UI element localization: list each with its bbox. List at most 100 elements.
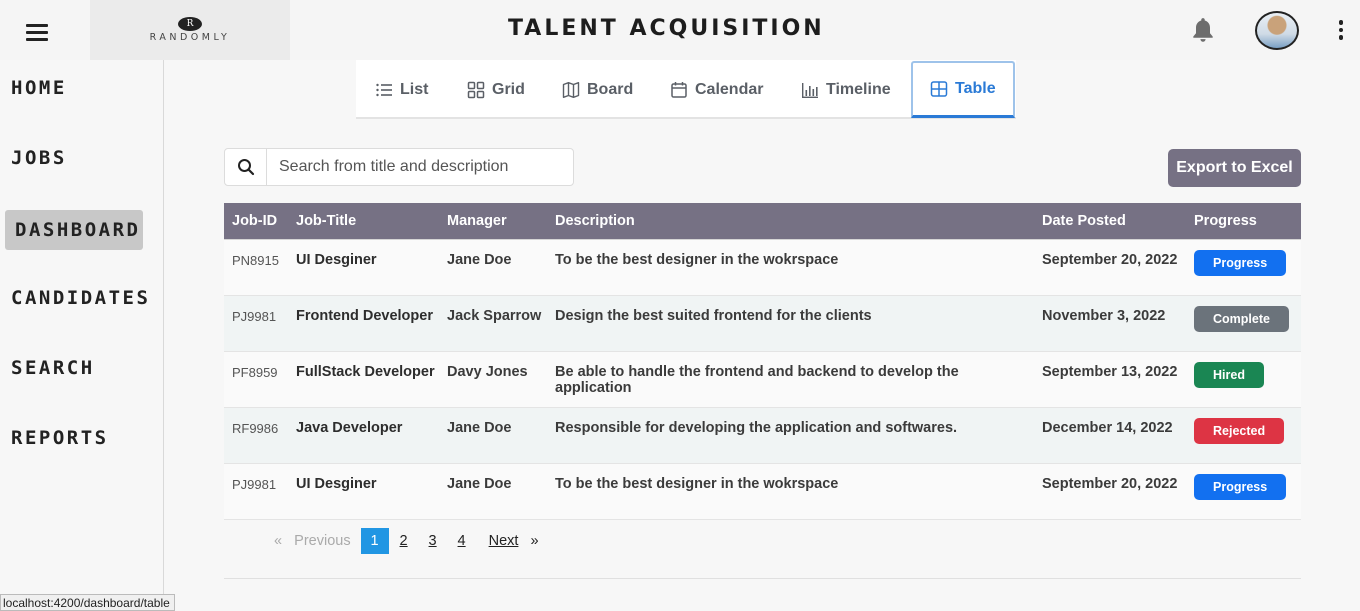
cell-date-posted: September 20, 2022 [1034,239,1186,296]
status-badge[interactable]: Complete [1194,305,1289,332]
cell-manager: Jack Sparrow [439,295,547,352]
jobs-table: Job-ID Job-Title Manager Description Dat… [224,203,1301,520]
cell-description: Be able to handle the frontend and backe… [547,351,1034,408]
logo[interactable]: R RANDOMLY [90,0,290,60]
page-3-button[interactable]: 3 [419,528,447,554]
bar-chart-icon [802,82,818,98]
cell-progress: Hired [1186,351,1301,408]
column-header-manager[interactable]: Manager [439,203,547,240]
tab-table[interactable]: Table [911,61,1015,118]
status-badge[interactable]: Hired [1194,361,1264,388]
tab-calendar-label: Calendar [695,80,764,98]
tab-board[interactable]: Board [562,60,633,119]
notification-bell-icon[interactable] [1190,16,1216,44]
cell-date-posted: September 20, 2022 [1034,463,1186,520]
logo-text: RANDOMLY [149,32,231,43]
previous-page-button[interactable]: « Previous [274,533,351,549]
next-arrow: » [530,533,539,549]
cell-job-title: Frontend Developer [288,295,439,352]
search-icon [237,159,254,176]
tab-grid[interactable]: Grid [467,60,525,119]
view-tabs: List Grid Board Calendar Timeline Table [356,60,1016,119]
user-avatar[interactable] [1255,11,1299,50]
cell-job-title: Java Developer [288,407,439,464]
cell-job-id: PF8959 [224,351,288,408]
search-button[interactable] [225,149,267,185]
cell-manager: Jane Doe [439,407,547,464]
column-header-job-title[interactable]: Job-Title [288,203,439,240]
sidebar-item-jobs[interactable]: JOBS [5,138,143,178]
map-icon [562,81,580,98]
cell-progress: Progress [1186,239,1301,296]
sidebar-item-search[interactable]: SEARCH [5,348,143,388]
cell-job-title: FullStack Developer [288,351,439,408]
sidebar: HOME JOBS DASHBOARD CANDIDATES SEARCH RE… [0,60,164,611]
cell-job-id: PN8915 [224,239,288,296]
browser-status-url: localhost:4200/dashboard/table [0,594,175,611]
sidebar-item-candidates[interactable]: CANDIDATES [5,278,148,318]
list-icon [376,83,392,96]
previous-arrow: « [274,533,283,549]
sidebar-item-dashboard[interactable]: DASHBOARD [5,210,143,250]
table-icon [930,81,948,97]
table-row[interactable]: PJ9981 UI Desginer Jane Doe To be the be… [224,463,1301,520]
tab-list[interactable]: List [375,60,428,119]
next-page-button[interactable]: Next » [489,533,539,549]
search-input[interactable] [267,149,573,185]
previous-label: Previous [294,533,351,549]
cell-date-posted: November 3, 2022 [1034,295,1186,352]
sidebar-item-reports[interactable]: REPORTS [5,418,143,458]
search-box [224,148,574,186]
table-row[interactable]: PF8959 FullStack Developer Davy Jones Be… [224,351,1301,408]
cell-job-id: PJ9981 [224,295,288,352]
status-badge[interactable]: Rejected [1194,417,1285,444]
table-header-row: Job-ID Job-Title Manager Description Dat… [224,203,1301,240]
cell-date-posted: September 13, 2022 [1034,351,1186,408]
page-4-button[interactable]: 4 [448,528,476,554]
column-header-job-id[interactable]: Job-ID [224,203,288,240]
page-1-button[interactable]: 1 [360,528,389,554]
app-title: TALENT ACQUISITION [508,16,825,41]
tab-grid-label: Grid [492,80,525,98]
status-badge[interactable]: Progress [1194,473,1287,500]
cell-job-id: RF9986 [224,407,288,464]
cell-job-title: UI Desginer [288,239,439,296]
cell-manager: Jane Doe [439,463,547,520]
cell-job-id: PJ9981 [224,463,288,520]
page-2-button[interactable]: 2 [390,528,418,554]
cell-progress: Complete [1186,295,1301,352]
cell-job-title: UI Desginer [288,463,439,520]
tab-timeline[interactable]: Timeline [801,60,891,119]
status-badge[interactable]: Progress [1194,249,1287,276]
tab-list-label: List [400,80,429,98]
top-header: R RANDOMLY TALENT ACQUISITION [0,0,1360,60]
tab-table-label: Table [955,80,996,97]
cell-progress: Rejected [1186,407,1301,464]
pagination: « Previous 1 2 3 4 Next » [274,528,539,554]
hamburger-menu-icon[interactable] [26,24,48,42]
logo-mark: R [178,17,202,31]
table-row[interactable]: PJ9981 Frontend Developer Jack Sparrow D… [224,295,1301,352]
table-row[interactable]: PN8915 UI Desginer Jane Doe To be the be… [224,239,1301,296]
cell-progress: Progress [1186,463,1301,520]
cell-description: Responsible for developing the applicati… [547,407,1034,464]
grid-icon [467,81,485,98]
cell-description: To be the best designer in the wokrspace [547,239,1034,296]
cell-manager: Davy Jones [439,351,547,408]
table-row[interactable]: RF9986 Java Developer Jane Doe Responsib… [224,407,1301,464]
column-header-description[interactable]: Description [547,203,1034,240]
pagination-divider [224,578,1301,579]
tab-board-label: Board [587,80,634,98]
calendar-icon [671,81,687,98]
tab-calendar[interactable]: Calendar [670,60,763,119]
sidebar-item-home[interactable]: HOME [5,68,143,108]
column-header-date-posted[interactable]: Date Posted [1034,203,1186,240]
cell-date-posted: December 14, 2022 [1034,407,1186,464]
more-options-icon[interactable] [1337,20,1345,42]
cell-manager: Jane Doe [439,239,547,296]
cell-description: To be the best designer in the wokrspace [547,463,1034,520]
export-to-excel-button[interactable]: Export to Excel [1168,149,1301,187]
tab-timeline-label: Timeline [826,80,891,98]
column-header-progress[interactable]: Progress [1186,203,1301,240]
next-label: Next [488,533,519,549]
